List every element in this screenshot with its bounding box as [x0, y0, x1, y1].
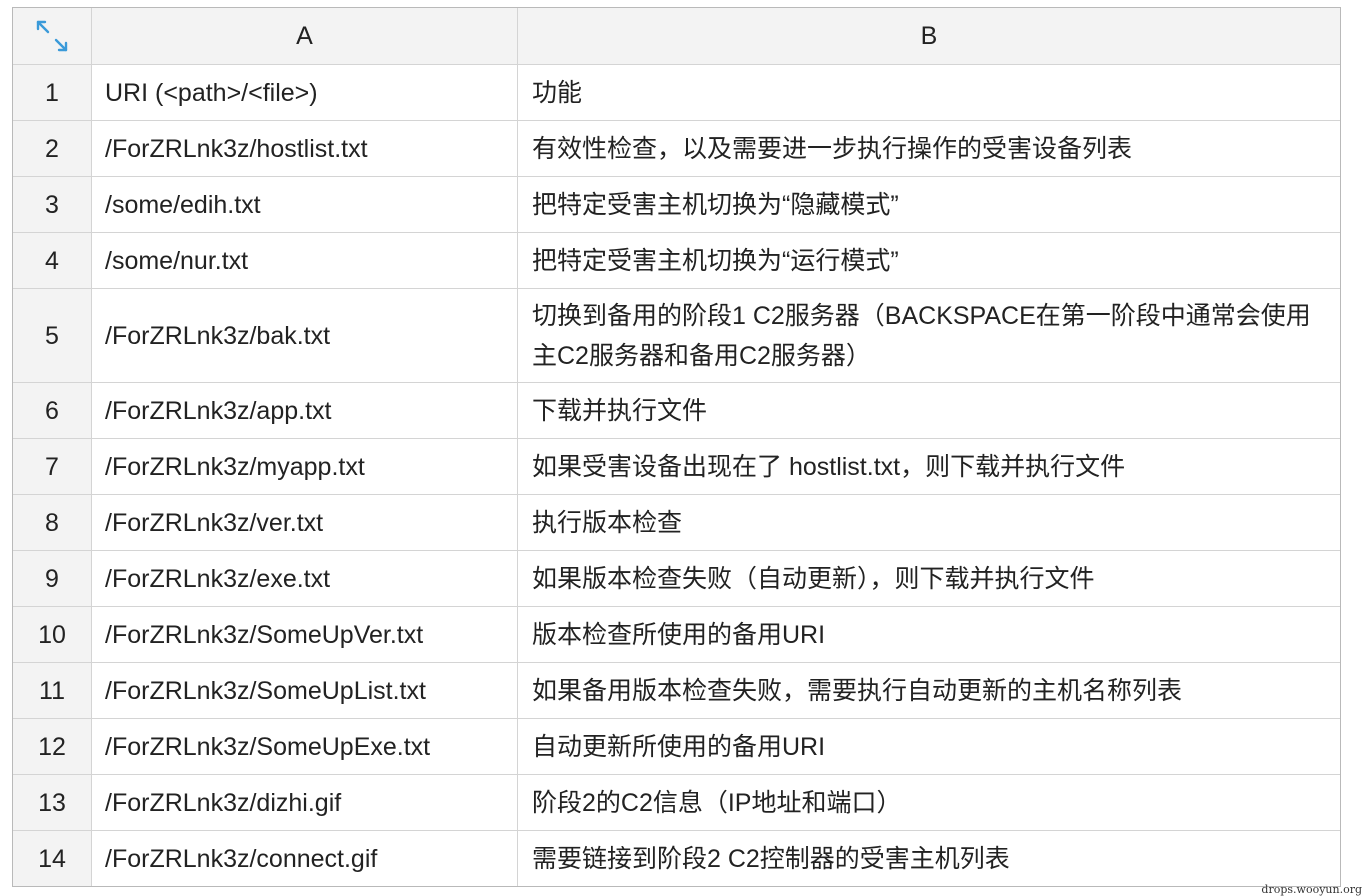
column-header-a[interactable]: A — [92, 8, 518, 64]
table-row: 10 /ForZRLnk3z/SomeUpVer.txt 版本检查所使用的备用U… — [13, 607, 1340, 663]
table-row: 4 /some/nur.txt 把特定受害主机切换为“运行模式” — [13, 233, 1340, 289]
cell-function[interactable]: 如果版本检查失败（自动更新），则下载并执行文件 — [518, 551, 1340, 606]
cell-function-text: 需要链接到阶段2 C2控制器的受害主机列表 — [532, 845, 1010, 873]
cell-uri[interactable]: /some/nur.txt — [92, 233, 518, 288]
watermark: drops.wooyun.org — [1261, 883, 1362, 896]
cell-function-text: 功能 — [532, 78, 583, 107]
cell-function[interactable]: 阶段2的C2信息（IP地址和端口） — [518, 775, 1340, 830]
row-number[interactable]: 12 — [13, 719, 92, 774]
cell-function-text: 下载并执行文件 — [532, 396, 708, 425]
column-header-row: A B — [13, 8, 1340, 65]
row-number[interactable]: 13 — [13, 775, 92, 830]
cell-uri[interactable]: /ForZRLnk3z/SomeUpList.txt — [92, 663, 518, 718]
table-row: 12 /ForZRLnk3z/SomeUpExe.txt 自动更新所使用的备用U… — [13, 719, 1340, 775]
expand-icon[interactable] — [34, 18, 70, 54]
row-number[interactable]: 5 — [13, 289, 92, 382]
row-number[interactable]: 6 — [13, 383, 92, 438]
row-number[interactable]: 10 — [13, 607, 92, 662]
table-row: 5 /ForZRLnk3z/bak.txt 切换到备用的阶段1 C2服务器（BA… — [13, 289, 1340, 383]
row-number[interactable]: 4 — [13, 233, 92, 288]
cell-function-text: 版本检查所使用的备用URI — [532, 620, 826, 649]
cell-function-text: 执行版本检查 — [532, 508, 683, 537]
table-row: 3 /some/edih.txt 把特定受害主机切换为“隐藏模式” — [13, 177, 1340, 233]
cell-uri[interactable]: /ForZRLnk3z/myapp.txt — [92, 439, 518, 494]
cell-uri[interactable]: /ForZRLnk3z/dizhi.gif — [92, 775, 518, 830]
table-row: 13 /ForZRLnk3z/dizhi.gif 阶段2的C2信息（IP地址和端… — [13, 775, 1340, 831]
cell-uri[interactable]: /some/edih.txt — [92, 177, 518, 232]
cell-uri[interactable]: /ForZRLnk3z/bak.txt — [92, 289, 518, 382]
table-row: 11 /ForZRLnk3z/SomeUpList.txt 如果备用版本检查失败… — [13, 663, 1340, 719]
table-row: 6 /ForZRLnk3z/app.txt 下载并执行文件 — [13, 383, 1340, 439]
cell-function[interactable]: 下载并执行文件 — [518, 383, 1340, 438]
cell-uri[interactable]: /ForZRLnk3z/app.txt — [92, 383, 518, 438]
table-row: 7 /ForZRLnk3z/myapp.txt 如果受害设备出现在了 hostl… — [13, 439, 1340, 495]
table-row: 9 /ForZRLnk3z/exe.txt 如果版本检查失败（自动更新），则下载… — [13, 551, 1340, 607]
cell-function[interactable]: 执行版本检查 — [518, 495, 1340, 550]
row-number[interactable]: 7 — [13, 439, 92, 494]
cell-function[interactable]: 自动更新所使用的备用URI — [518, 719, 1340, 774]
row-number[interactable]: 8 — [13, 495, 92, 550]
table-row: 14 /ForZRLnk3z/connect.gif 需要链接到阶段2 C2控制… — [13, 831, 1340, 886]
cell-uri[interactable]: /ForZRLnk3z/SomeUpExe.txt — [92, 719, 518, 774]
row-number[interactable]: 11 — [13, 663, 92, 718]
cell-function-text: 切换到备用的阶段1 C2服务器（BACKSPACE在第一阶段中通常会使用主C2服… — [532, 301, 1311, 370]
cell-function[interactable]: 需要链接到阶段2 C2控制器的受害主机列表 — [518, 831, 1340, 886]
cell-uri[interactable]: /ForZRLnk3z/connect.gif — [92, 831, 518, 886]
cell-uri[interactable]: /ForZRLnk3z/ver.txt — [92, 495, 518, 550]
cell-function[interactable]: 如果备用版本检查失败，需要执行自动更新的主机名称列表 — [518, 663, 1340, 718]
cell-function[interactable]: 功能 — [518, 65, 1340, 120]
corner-cell[interactable] — [13, 8, 92, 64]
table-row: 8 /ForZRLnk3z/ver.txt 执行版本检查 — [13, 495, 1340, 551]
cell-function-text: 如果备用版本检查失败，需要执行自动更新的主机名称列表 — [532, 676, 1183, 705]
cell-function-text: 如果受害设备出现在了 hostlist.txt，则下载并执行文件 — [532, 452, 1126, 481]
cell-function-text: 自动更新所使用的备用URI — [532, 732, 826, 761]
cell-function[interactable]: 版本检查所使用的备用URI — [518, 607, 1340, 662]
row-number[interactable]: 1 — [13, 65, 92, 120]
cell-function-text: 把特定受害主机切换为“隐藏模式” — [532, 190, 899, 219]
cell-function[interactable]: 有效性检查，以及需要进一步执行操作的受害设备列表 — [518, 121, 1340, 176]
table-row: 1 URI (<path>/<file>) 功能 — [13, 65, 1340, 121]
column-header-b[interactable]: B — [518, 8, 1340, 64]
cell-uri[interactable]: /ForZRLnk3z/hostlist.txt — [92, 121, 518, 176]
row-number[interactable]: 9 — [13, 551, 92, 606]
row-number[interactable]: 14 — [13, 831, 92, 886]
cell-function-text: 阶段2的C2信息（IP地址和端口） — [532, 788, 902, 817]
row-number[interactable]: 3 — [13, 177, 92, 232]
cell-function-text: 如果版本检查失败（自动更新），则下载并执行文件 — [532, 564, 1095, 593]
cell-uri[interactable]: URI (<path>/<file>) — [92, 65, 518, 120]
cell-function[interactable]: 如果受害设备出现在了 hostlist.txt，则下载并执行文件 — [518, 439, 1340, 494]
table-row: 2 /ForZRLnk3z/hostlist.txt 有效性检查，以及需要进一步… — [13, 121, 1340, 177]
cell-uri[interactable]: /ForZRLnk3z/SomeUpVer.txt — [92, 607, 518, 662]
cell-function[interactable]: 把特定受害主机切换为“运行模式” — [518, 233, 1340, 288]
spreadsheet-table: A B 1 URI (<path>/<file>) 功能 2 /ForZRLnk… — [12, 7, 1341, 887]
cell-function[interactable]: 切换到备用的阶段1 C2服务器（BACKSPACE在第一阶段中通常会使用主C2服… — [518, 289, 1340, 382]
row-number[interactable]: 2 — [13, 121, 92, 176]
cell-function[interactable]: 把特定受害主机切换为“隐藏模式” — [518, 177, 1340, 232]
cell-function-text: 有效性检查，以及需要进一步执行操作的受害设备列表 — [532, 134, 1133, 163]
cell-uri[interactable]: /ForZRLnk3z/exe.txt — [92, 551, 518, 606]
cell-function-text: 把特定受害主机切换为“运行模式” — [532, 246, 899, 275]
